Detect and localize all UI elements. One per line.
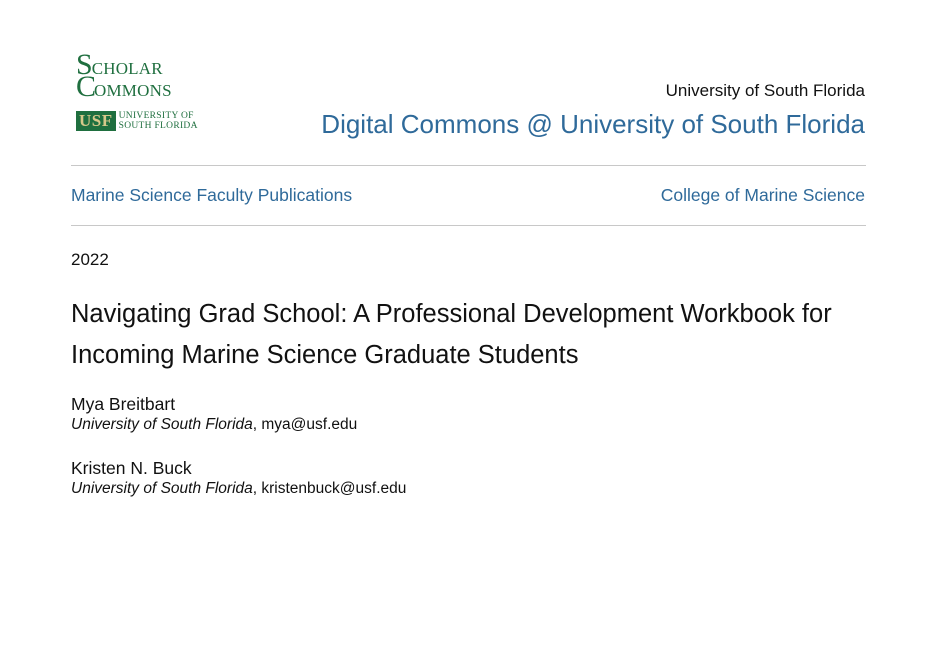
- author-affiliation: University of South Florida: [71, 480, 253, 497]
- author-block: Kristen N. Buck University of South Flor…: [71, 457, 406, 499]
- publication-year: 2022: [71, 250, 109, 269]
- usf-logo: USF UNIVERSITY OF SOUTH FLORIDA: [76, 110, 198, 132]
- author-name: Kristen N. Buck: [71, 458, 192, 478]
- author-block: Mya Breitbart University of South Florid…: [71, 393, 357, 435]
- author-name: Mya Breitbart: [71, 394, 176, 414]
- author-affiliation-line: University of South Florida, mya@usf.edu: [71, 415, 357, 435]
- scholar-commons-logo[interactable]: SCHOLAR COMMONS USF UNIVERSITY OF SOUTH …: [76, 50, 206, 134]
- document-title: Navigating Grad School: A Professional D…: [71, 300, 832, 369]
- author-affiliation: University of South Florida: [71, 416, 253, 433]
- logo-commons-initial: C: [76, 70, 97, 103]
- university-name: University of South Florida: [665, 81, 865, 100]
- usf-wordmark-line2: SOUTH FLORIDA: [118, 121, 198, 131]
- usf-wordmark-line1: UNIVERSITY OF: [118, 111, 194, 121]
- usf-wordmark: UNIVERSITY OF SOUTH FLORIDA: [119, 111, 198, 131]
- author-affiliation-line: University of South Florida, kristenbuck…: [71, 479, 406, 499]
- divider-top: [71, 165, 866, 166]
- college-link[interactable]: College of Marine Science: [661, 185, 865, 206]
- author-email[interactable]: , mya@usf.edu: [253, 416, 357, 433]
- author-email[interactable]: , kristenbuck@usf.edu: [253, 480, 407, 497]
- divider-bottom: [71, 225, 866, 226]
- repository-link[interactable]: Digital Commons @ University of South Fl…: [321, 109, 865, 140]
- logo-commons-rest: OMMONS: [94, 81, 172, 100]
- collection-link[interactable]: Marine Science Faculty Publications: [71, 185, 352, 206]
- usf-mark: USF: [76, 111, 116, 131]
- logo-commons-word: COMMONS: [76, 72, 172, 102]
